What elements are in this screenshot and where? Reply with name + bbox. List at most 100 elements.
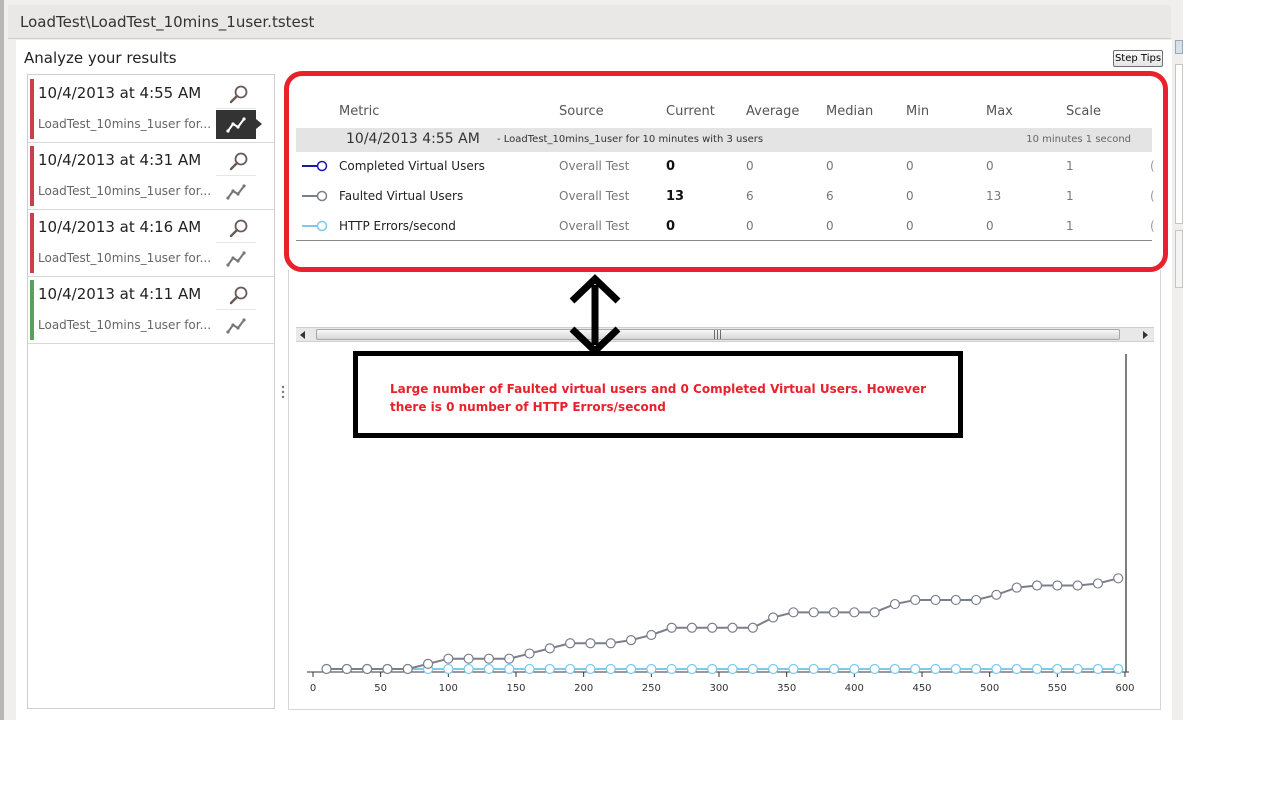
data-point[interactable] [1072,663,1083,675]
data-point[interactable] [1031,580,1043,591]
data-point[interactable] [686,622,698,633]
data-point[interactable] [605,638,616,649]
data-point[interactable] [930,663,941,675]
data-point[interactable] [971,663,982,675]
step-tips-button[interactable]: Step Tips [1113,50,1163,67]
data-point[interactable] [768,663,779,675]
data-point[interactable] [1011,663,1022,675]
data-point[interactable] [727,622,738,633]
x-tick-label: 100 [439,683,458,694]
data-point[interactable] [910,663,921,675]
data-point[interactable] [1031,663,1043,675]
magnifier-icon[interactable] [228,218,250,240]
data-point[interactable] [504,663,515,675]
data-point[interactable] [991,589,1002,600]
data-point[interactable] [707,622,718,633]
panel-splitter[interactable] [280,384,286,400]
data-point[interactable] [768,612,779,623]
data-point[interactable] [382,663,393,675]
data-point[interactable] [585,663,596,675]
data-point[interactable] [910,594,921,606]
data-point[interactable] [504,653,515,664]
data-point[interactable] [930,594,941,606]
data-point[interactable] [666,622,677,633]
result-run-item[interactable]: 10/4/2013 at 4:16 AM LoadTest_10mins_1use… [28,209,274,277]
chart-horizontal-scrollbar[interactable]: ||| [296,327,1154,342]
data-point[interactable] [1052,580,1063,591]
data-point[interactable] [1113,663,1124,675]
data-point[interactable] [950,663,961,675]
document-title: LoadTest\LoadTest_10mins_1user.tstest [20,13,315,31]
data-point[interactable] [889,598,901,610]
scroll-left-icon[interactable] [300,331,305,339]
result-run-item[interactable]: 10/4/2013 at 4:55 AM LoadTest_10mins_1use… [28,75,274,143]
data-point[interactable] [788,663,799,675]
magnifier-icon[interactable] [228,84,250,106]
data-point[interactable] [1052,663,1063,675]
data-point[interactable] [544,643,555,654]
data-point[interactable] [585,638,596,649]
data-point[interactable] [869,663,880,675]
data-point[interactable] [321,663,332,675]
data-point[interactable] [422,658,434,669]
data-point[interactable] [1011,582,1022,593]
data-point[interactable] [991,663,1002,675]
data-point[interactable] [565,663,576,675]
data-point[interactable] [565,638,576,649]
data-point[interactable] [1072,580,1083,591]
data-point[interactable] [849,607,860,618]
side-panel-tab[interactable] [1175,40,1183,54]
data-point[interactable] [443,653,454,664]
trend-graph-icon [226,251,246,267]
result-run-item[interactable]: 10/4/2013 at 4:11 AM LoadTest_10mins_1use… [28,276,274,344]
data-point[interactable] [828,607,840,618]
data-point[interactable] [727,663,738,675]
scroll-right-icon[interactable] [1143,331,1148,339]
magnifier-icon[interactable] [228,151,250,173]
data-point[interactable] [666,663,677,675]
run-separator [216,108,256,109]
graph-view-button[interactable] [216,311,256,340]
data-point[interactable] [1113,573,1124,584]
data-point[interactable] [747,622,758,633]
data-point[interactable] [544,663,555,675]
data-point[interactable] [808,663,819,675]
data-point[interactable] [625,663,637,675]
data-point[interactable] [341,663,352,675]
data-point[interactable] [686,663,698,675]
data-point[interactable] [402,663,413,675]
scroll-thumb[interactable]: ||| [316,329,1120,340]
data-point[interactable] [605,663,616,675]
data-point[interactable] [483,653,495,664]
data-point[interactable] [788,607,799,618]
run-separator [216,175,256,176]
highlight-annotation-box [284,71,1168,272]
data-point[interactable] [889,663,901,675]
data-point[interactable] [808,607,819,618]
data-point[interactable] [524,663,535,675]
result-run-item[interactable]: 10/4/2013 at 4:31 AM LoadTest_10mins_1use… [28,142,274,210]
data-point[interactable] [625,635,637,646]
graph-view-button[interactable] [216,244,256,273]
data-point[interactable] [869,607,880,618]
data-point[interactable] [646,663,657,675]
data-point[interactable] [849,663,860,675]
graph-view-button[interactable] [216,110,256,139]
graph-view-button[interactable] [216,177,256,206]
x-tick-label: 450 [912,683,931,694]
data-point[interactable] [463,653,474,664]
data-point[interactable] [646,629,657,641]
magnifier-icon[interactable] [228,285,250,307]
data-point[interactable] [971,594,982,606]
data-point[interactable] [1092,578,1104,589]
data-point[interactable] [463,663,474,675]
data-point[interactable] [524,648,535,659]
data-point[interactable] [707,663,718,675]
data-point[interactable] [747,663,758,675]
data-point[interactable] [362,663,373,675]
data-point[interactable] [1092,663,1104,675]
data-point[interactable] [483,663,495,675]
data-point[interactable] [950,594,961,606]
data-point[interactable] [828,663,840,675]
data-point[interactable] [443,663,454,675]
